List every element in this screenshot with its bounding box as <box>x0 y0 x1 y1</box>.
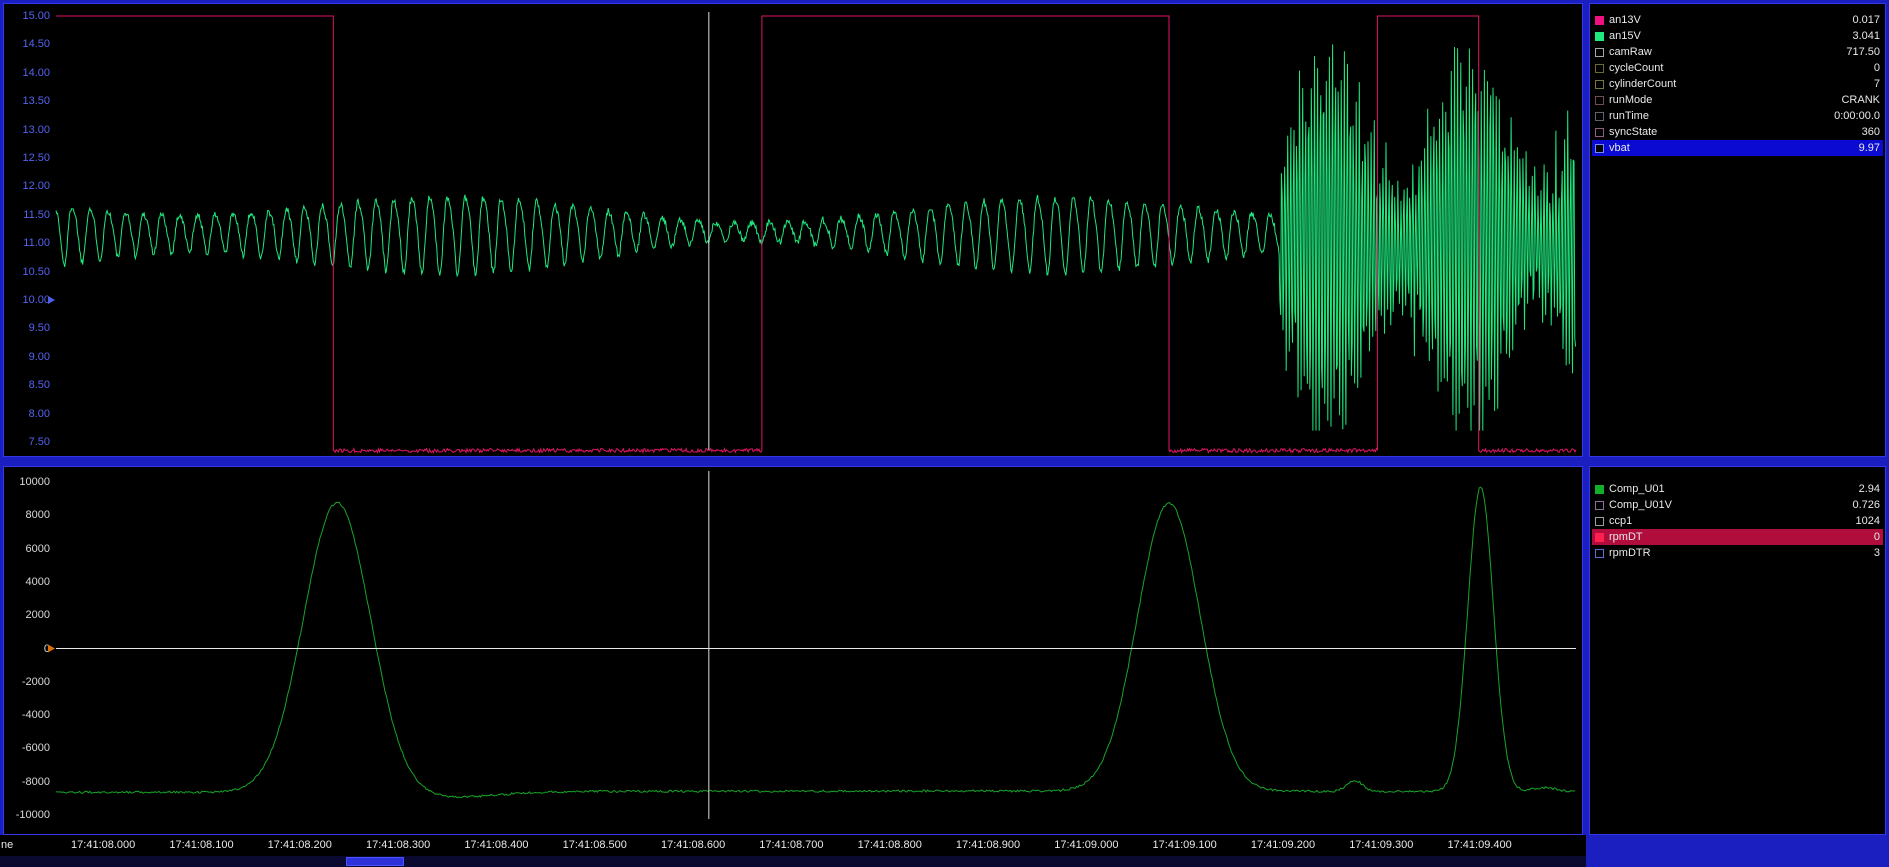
time-tick-label: 17:41:08.000 <box>48 838 158 852</box>
signal-name: Comp_U01V <box>1609 499 1852 511</box>
signal-value: 717.50 <box>1846 46 1880 58</box>
signal-color-swatch <box>1595 128 1604 137</box>
time-tick-label: 17:41:08.800 <box>835 838 945 852</box>
time-tick-label: 17:41:09.200 <box>1228 838 1338 852</box>
time-tick-label: 17:41:09.400 <box>1425 838 1535 852</box>
signal-row-cycleCount[interactable]: cycleCount0 <box>1592 60 1883 76</box>
signal-row-an15V[interactable]: an15V3.041 <box>1592 28 1883 44</box>
bottom-chart[interactable] <box>4 467 1582 834</box>
signal-rows-primary: an13V0.017an15V3.041camRaw717.50cycleCou… <box>1592 12 1883 156</box>
time-tick-label: 17:41:08.100 <box>146 838 256 852</box>
time-tick-label: 17:41:08.700 <box>736 838 846 852</box>
signal-row-runMode[interactable]: runModeCRANK <box>1592 92 1883 108</box>
time-tick-label: 17:41:08.200 <box>245 838 355 852</box>
signal-color-swatch <box>1595 32 1604 41</box>
time-tick-label: 17:41:08.500 <box>540 838 650 852</box>
signal-value: 9.97 <box>1859 142 1880 154</box>
signal-name: an15V <box>1609 30 1852 42</box>
signal-name: rpmDT <box>1609 531 1874 543</box>
signal-row-runTime[interactable]: runTime0:00:00.0 <box>1592 108 1883 124</box>
signal-name: runTime <box>1609 110 1834 122</box>
signal-color-swatch <box>1595 16 1604 25</box>
top-left-cursor-marker[interactable] <box>48 296 55 304</box>
signal-color-swatch <box>1595 48 1604 57</box>
time-tick-label: 17:41:09.100 <box>1130 838 1240 852</box>
signal-value: 0.726 <box>1852 499 1880 511</box>
time-tick-label: 17:41:08.300 <box>343 838 453 852</box>
time-tick-label: 17:41:08.600 <box>638 838 748 852</box>
signal-name: runMode <box>1609 94 1841 106</box>
time-tick-label: 17:41:08.900 <box>933 838 1043 852</box>
signal-color-swatch <box>1595 485 1604 494</box>
signal-value: 0 <box>1874 531 1880 543</box>
signal-name: rpmDTR <box>1609 547 1874 559</box>
signal-value: 3 <box>1874 547 1880 559</box>
time-tick-label: 17:41:09.000 <box>1031 838 1141 852</box>
signal-value: CRANK <box>1841 94 1880 106</box>
time-tick-label: 17:41:09.300 <box>1326 838 1436 852</box>
signal-color-swatch <box>1595 517 1604 526</box>
voltage-chart-panel: 15.0014.5014.0013.5013.0012.5012.0011.50… <box>3 3 1583 457</box>
signal-row-syncState[interactable]: syncState360 <box>1592 124 1883 140</box>
signal-color-swatch <box>1595 64 1604 73</box>
signal-value: 2.94 <box>1859 483 1880 495</box>
bottom-left-cursor-marker[interactable] <box>48 645 55 653</box>
signal-value: 360 <box>1862 126 1880 138</box>
signal-value: 0:00:00.0 <box>1834 110 1880 122</box>
signal-row-Comp_U01V[interactable]: Comp_U01V0.726 <box>1592 497 1883 513</box>
horizontal-scrollbar[interactable] <box>0 856 1586 867</box>
signal-color-swatch <box>1595 549 1604 558</box>
top-chart[interactable] <box>4 4 1582 456</box>
log-viewer-window: 15.0014.5014.0013.5013.0012.5012.0011.50… <box>0 0 1889 867</box>
signal-name: cylinderCount <box>1609 78 1874 90</box>
signal-color-swatch <box>1595 80 1604 89</box>
signal-rows-secondary: Comp_U012.94Comp_U01V0.726ccp11024rpmDT0… <box>1592 481 1883 561</box>
signal-list-secondary: Comp_U012.94Comp_U01V0.726ccp11024rpmDT0… <box>1589 466 1886 835</box>
signal-row-camRaw[interactable]: camRaw717.50 <box>1592 44 1883 60</box>
signal-value: 3.041 <box>1852 30 1880 42</box>
signal-value: 7 <box>1874 78 1880 90</box>
signal-name: cycleCount <box>1609 62 1874 74</box>
signal-row-Comp_U01[interactable]: Comp_U012.94 <box>1592 481 1883 497</box>
signal-color-swatch <box>1595 112 1604 121</box>
time-axis-partial-label: ne <box>1 838 13 852</box>
signal-name: vbat <box>1609 142 1859 154</box>
signal-name: an13V <box>1609 14 1852 26</box>
signal-row-ccp1[interactable]: ccp11024 <box>1592 513 1883 529</box>
time-tick-label: 17:41:08.400 <box>441 838 551 852</box>
signal-row-rpmDTR[interactable]: rpmDTR3 <box>1592 545 1883 561</box>
signal-value: 1024 <box>1856 515 1880 527</box>
voltage-trace <box>56 44 1576 430</box>
cam-chart-panel: 1000080006000400020000-2000-4000-6000-80… <box>3 466 1583 835</box>
scrollbar-thumb[interactable] <box>346 857 404 866</box>
signal-color-swatch <box>1595 533 1604 542</box>
signal-name: syncState <box>1609 126 1862 138</box>
signal-name: camRaw <box>1609 46 1846 58</box>
signal-name: ccp1 <box>1609 515 1856 527</box>
signal-color-swatch <box>1595 96 1604 105</box>
signal-row-rpmDT[interactable]: rpmDT0 <box>1592 529 1883 545</box>
signal-value: 0.017 <box>1852 14 1880 26</box>
signal-name: Comp_U01 <box>1609 483 1859 495</box>
signal-color-swatch <box>1595 144 1604 153</box>
signal-value: 0 <box>1874 62 1880 74</box>
cam-trace <box>56 487 1575 798</box>
signal-row-an13V[interactable]: an13V0.017 <box>1592 12 1883 28</box>
signal-row-vbat[interactable]: vbat9.97 <box>1592 140 1883 156</box>
signal-row-cylinderCount[interactable]: cylinderCount7 <box>1592 76 1883 92</box>
signal-color-swatch <box>1595 501 1604 510</box>
signal-list-primary: an13V0.017an15V3.041camRaw717.50cycleCou… <box>1589 3 1886 457</box>
time-axis: ne 17:41:08.00017:41:08.10017:41:08.2001… <box>0 835 1586 856</box>
